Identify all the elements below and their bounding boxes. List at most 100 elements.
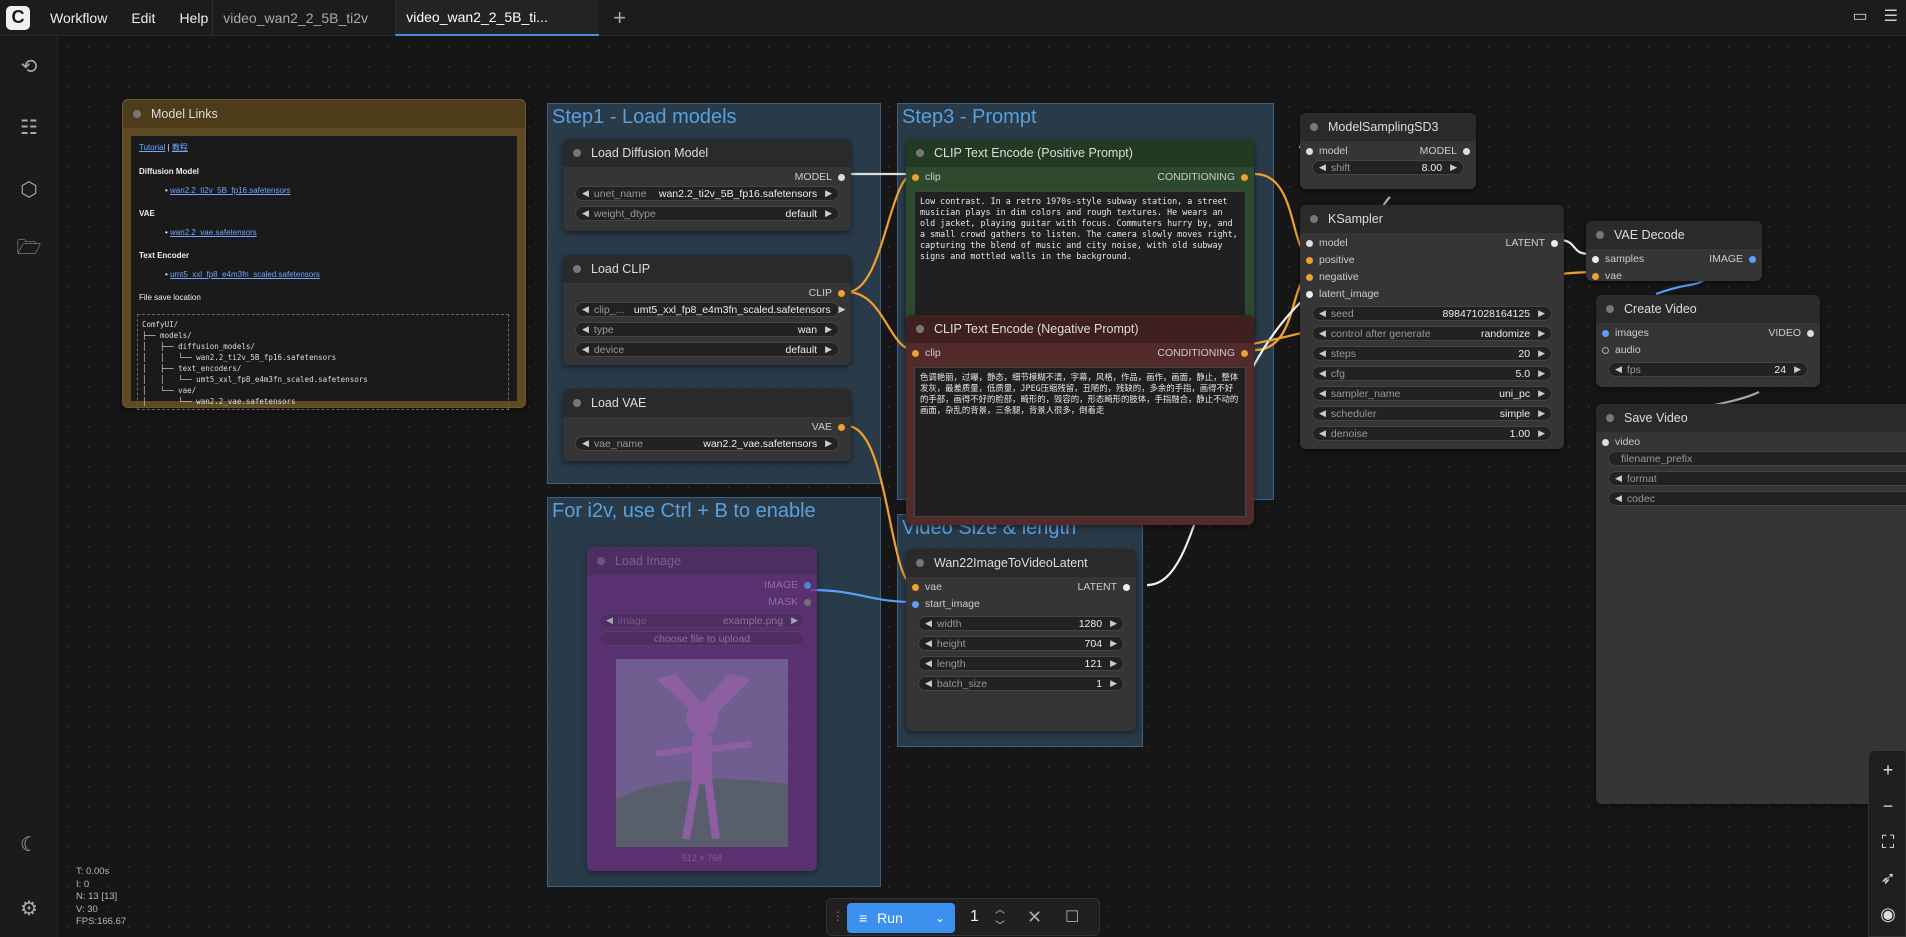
scheduler-widget[interactable]: ◀ scheduler simple ▶ (1312, 406, 1552, 421)
hamburger-menu-icon[interactable]: ☰ (1884, 6, 1898, 26)
image-output-slot[interactable] (804, 581, 811, 589)
menu-help[interactable]: Help (179, 10, 208, 26)
comfy-logo-icon[interactable]: C (6, 5, 30, 30)
negative-prompt-textarea[interactable]: 色调艳丽，过曝，静态，细节模糊不清，字幕，风格，作品，画作，画面，静止，整体发灰… (914, 367, 1246, 517)
denoise-widget[interactable]: ◀ denoise 1.00 ▶ (1312, 426, 1552, 441)
device-widget[interactable]: ◀ device default ▶ (575, 342, 839, 357)
shift-widget[interactable]: ◀ shift 8.00 ▶ (1312, 160, 1464, 175)
node-canvas[interactable]: Step1 - Load models Step3 - Prompt For i… (59, 37, 1906, 937)
model-sampling-sd3-node[interactable]: ModelSamplingSD3 model MODEL ◀ shift 8.00 ▶ (1300, 113, 1476, 189)
clip-text-encode-negative-node[interactable]: CLIP Text Encode (Negative Prompt) clip … (906, 315, 1254, 525)
positive-prompt-textarea[interactable]: Low contrast. In a retro 1970s-style sub… (914, 191, 1246, 327)
conditioning-output-slot[interactable] (1241, 173, 1248, 181)
codec-widget[interactable]: ◀ codec (1608, 491, 1906, 506)
latent-output-slot[interactable] (1551, 239, 1558, 247)
load-clip-node[interactable]: Load CLIP CLIP ◀ clip_... umt5_xxl_fp8_e4m… (563, 255, 851, 365)
control-after-generate-widget[interactable]: ◀ control after generate randomize ▶ (1312, 326, 1552, 341)
samples-input-slot[interactable] (1592, 255, 1599, 263)
increment-icon[interactable]: ︿ (995, 901, 1005, 916)
model-input-slot[interactable] (1306, 239, 1313, 247)
video-output-slot[interactable] (1807, 329, 1814, 337)
positive-input-slot[interactable] (1306, 256, 1313, 264)
length-widget[interactable]: ◀ length 121 ▶ (918, 656, 1124, 671)
chevron-down-icon[interactable]: ⌄ (935, 911, 945, 925)
load-image-node[interactable]: Load Image IMAGE MASK ◀ image example.png ▶… (587, 547, 817, 871)
clip-input-slot[interactable] (912, 349, 919, 357)
load-diffusion-model-node[interactable]: Load Diffusion Model MODEL ◀ unet_name wan… (563, 139, 851, 231)
images-input-slot[interactable] (1602, 329, 1609, 337)
wan22-image-to-video-latent-node[interactable]: Wan22ImageToVideoLatent vae start_image … (906, 549, 1136, 731)
latent-input-slot[interactable] (1306, 290, 1313, 298)
unet-name-widget[interactable]: ◀ unet_name wan2.2_ti2v_5B_fp16.safetensor… (575, 186, 839, 201)
vae-name-widget[interactable]: ◀ vae_name wan2.2_vae.safetensors ▶ (575, 436, 839, 451)
vae-input-slot[interactable] (1592, 272, 1599, 280)
navigate-arrow-icon[interactable]: ➶ (1877, 867, 1899, 889)
panel-toggle-icon[interactable]: ▭ (1853, 6, 1868, 26)
mask-output-slot[interactable] (804, 598, 811, 606)
audio-input-slot[interactable] (1602, 346, 1609, 354)
type-widget[interactable]: ◀ type wan ▶ (575, 322, 839, 337)
clip-input-slot[interactable] (912, 173, 919, 181)
decrement-icon[interactable]: ﹀ (995, 917, 1005, 932)
vae-input-slot[interactable] (912, 583, 919, 591)
new-tab-button[interactable]: + (613, 5, 626, 31)
filename-prefix-widget[interactable]: filename_prefix (1608, 451, 1906, 466)
fit-view-icon[interactable]: ⛶ (1877, 831, 1899, 853)
video-input-slot[interactable] (1602, 438, 1609, 446)
cfg-widget[interactable]: ◀ cfg 5.0 ▶ (1312, 366, 1552, 381)
node-title: Load VAE (591, 396, 647, 410)
fps-widget[interactable]: ◀ fps 24 ▶ (1608, 362, 1808, 377)
queue-list-icon[interactable]: ☷ (14, 112, 44, 142)
history-icon[interactable]: ⟲ (14, 51, 44, 81)
zoom-out-icon[interactable]: − (1877, 795, 1899, 817)
visibility-eye-icon[interactable]: ◉ (1877, 903, 1899, 925)
clip-text-encode-positive-node[interactable]: CLIP Text Encode (Positive Prompt) clip … (906, 139, 1254, 335)
text-encoder-link[interactable]: umt5_xxl_fp8_e4m3fn_scaled.safetensors (170, 270, 320, 279)
image-select-widget[interactable]: ◀ image example.png ▶ (599, 613, 805, 628)
latent-output-slot[interactable] (1123, 583, 1130, 591)
weight-dtype-widget[interactable]: ◀ weight_dtype default ▶ (575, 206, 839, 221)
output-slot[interactable] (838, 423, 845, 431)
output-slot[interactable] (838, 173, 845, 181)
create-video-node[interactable]: Create Video images audio VIDEO ◀ fps 24 ▶ (1596, 295, 1820, 387)
tab-workflow-1[interactable]: video_wan2_2_5B_ti2v (212, 0, 395, 36)
folder-icon[interactable]: 🗁 (14, 235, 44, 265)
theme-moon-icon[interactable]: ☾ (14, 829, 44, 859)
stop-square-icon[interactable]: ☐ (1065, 907, 1079, 927)
width-widget[interactable]: ◀ width 1280 ▶ (918, 616, 1124, 631)
steps-widget[interactable]: ◀ steps 20 ▶ (1312, 346, 1552, 361)
seed-widget[interactable]: ◀ seed 898471028164125 ▶ (1312, 306, 1552, 321)
ksampler-node[interactable]: KSampler model positive negative latent_… (1300, 205, 1564, 449)
model-links-node[interactable]: Model Links Tutorial | 教程 Diffusion Mode… (122, 99, 526, 410)
model-input-slot[interactable] (1306, 147, 1313, 155)
vae-decode-node[interactable]: VAE Decode samples vae IMAGE (1586, 221, 1762, 282)
menu-edit[interactable]: Edit (131, 10, 155, 26)
height-widget[interactable]: ◀ height 704 ▶ (918, 636, 1124, 651)
model-library-icon[interactable]: ⬡ (14, 174, 44, 204)
load-vae-node[interactable]: Load VAE VAE ◀ vae_name wan2.2_vae.safeten… (563, 389, 851, 461)
tutorial-cn-link[interactable]: 教程 (172, 143, 188, 152)
vae-link[interactable]: wan2.2_vae.safetensors (170, 228, 257, 237)
upload-button[interactable]: choose file to upload (599, 631, 805, 646)
save-video-node[interactable]: Save Video video filename_prefix ◀ format… (1596, 404, 1906, 804)
clip-name-widget[interactable]: ◀ clip_... umt5_xxl_fp8_e4m3fn_scaled.safe… (575, 302, 846, 317)
cancel-icon[interactable]: ✕ (1027, 907, 1042, 928)
negative-input-slot[interactable] (1306, 273, 1313, 281)
node-title: Load Diffusion Model (591, 146, 709, 160)
start-image-input-slot[interactable] (912, 600, 919, 608)
sampler-name-widget[interactable]: ◀ sampler_name uni_pc ▶ (1312, 386, 1552, 401)
diffusion-model-link[interactable]: wan2.2_ti2v_5B_fp16.safetensors (170, 186, 291, 195)
output-slot[interactable] (838, 289, 845, 297)
menu-workflow[interactable]: Workflow (50, 10, 107, 26)
format-widget[interactable]: ◀ format (1608, 471, 1906, 486)
settings-gear-icon[interactable]: ⚙ (14, 893, 44, 923)
conditioning-output-slot[interactable] (1241, 349, 1248, 357)
zoom-in-icon[interactable]: + (1877, 759, 1899, 781)
tab-workflow-2[interactable]: video_wan2_2_5B_ti... (395, 0, 600, 36)
tutorial-link[interactable]: Tutorial (139, 143, 165, 152)
run-button[interactable]: ≡ Run ⌄ (847, 903, 955, 933)
batch-size-widget[interactable]: ◀ batch_size 1 ▶ (918, 676, 1124, 691)
batch-count-input[interactable]: 1 (970, 908, 979, 926)
image-output-slot[interactable] (1749, 255, 1756, 263)
model-output-slot[interactable] (1463, 147, 1470, 155)
